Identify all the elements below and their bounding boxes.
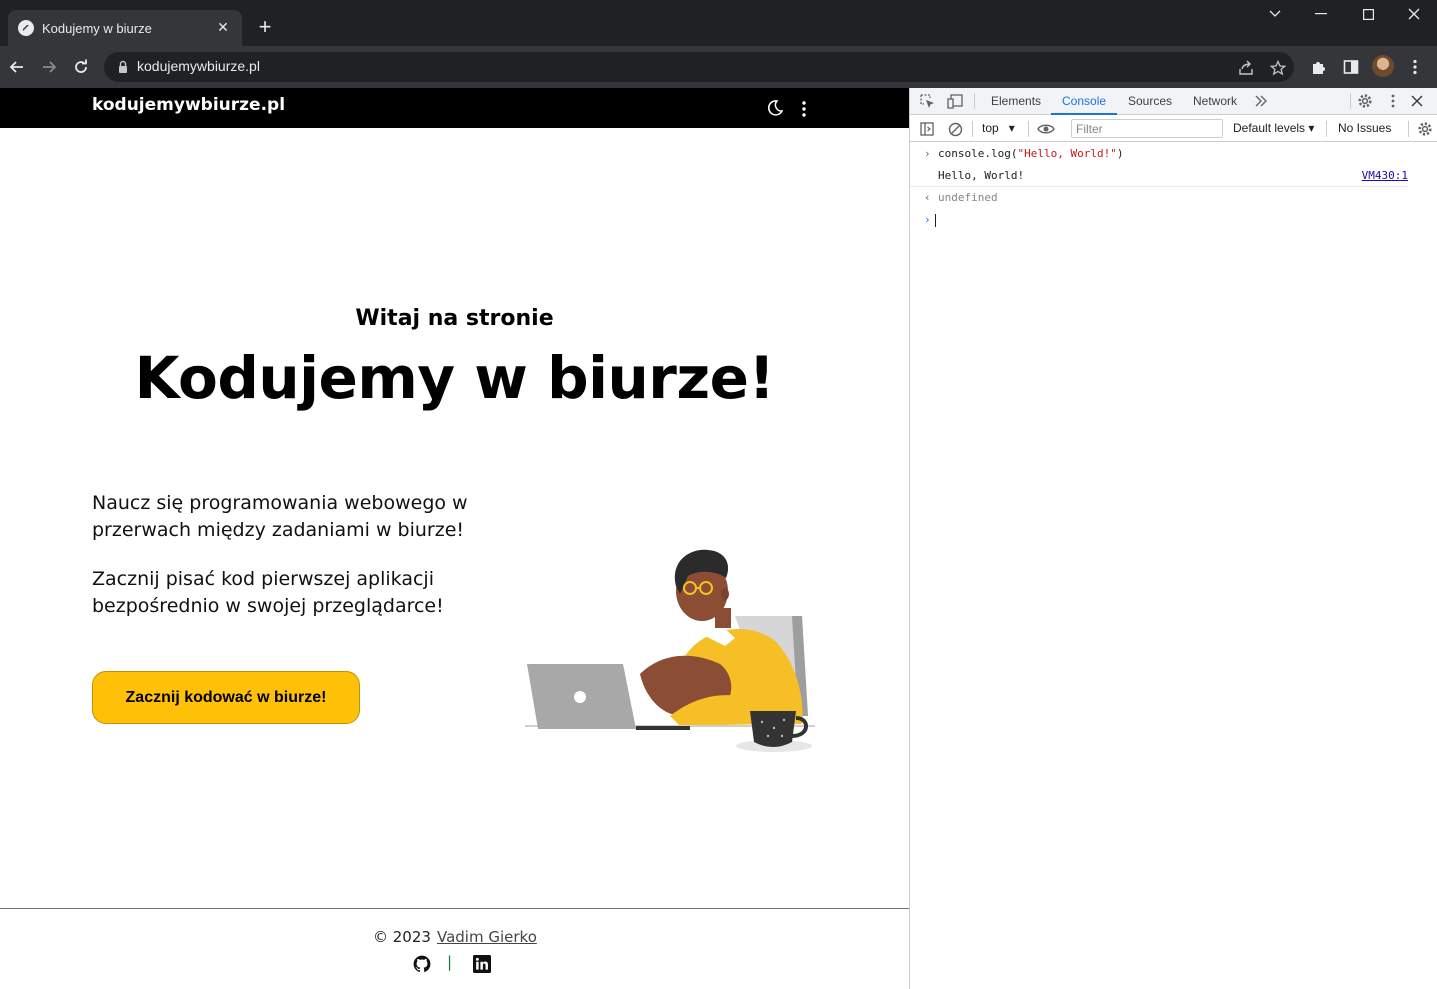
console-settings-gear-icon[interactable] (1416, 120, 1434, 138)
tab-console[interactable]: Console (1051, 88, 1118, 115)
footer-copyright: © 2023 (373, 928, 431, 946)
devtools-tab-bar: Elements Console Sources Network (910, 88, 1437, 115)
browser-tab[interactable]: Kodujemy w biurze ✕ (8, 10, 242, 46)
devtools-settings-gear-icon[interactable] (1356, 92, 1374, 110)
new-tab-button[interactable]: + (252, 15, 278, 41)
devtools-panel: Elements Console Sources Network top ▾ F… (909, 88, 1437, 989)
address-bar[interactable]: kodujemywbiurze.pl (104, 52, 1294, 82)
console-log-message: Hello, World! (938, 169, 1025, 182)
console-filter-input[interactable] (1071, 119, 1223, 138)
console-command[interactable]: console.log("Hello, World!") (938, 143, 1123, 165)
tab-sources[interactable]: Sources (1128, 88, 1172, 115)
linkedin-icon[interactable] (473, 955, 491, 973)
tab-elements[interactable]: Elements (991, 88, 1041, 115)
live-expression-eye-icon[interactable] (1036, 120, 1056, 138)
lead-paragraph-1: Naucz się programowania webowego w przer… (92, 492, 468, 541)
web-page-viewport: kodujemywbiurze.pl Witaj na stronie Kodu… (0, 88, 909, 989)
maximize-icon[interactable] (1345, 0, 1391, 28)
bookmark-star-icon[interactable] (1268, 58, 1288, 78)
profile-avatar[interactable] (1372, 55, 1394, 77)
browser-titlebar: Kodujemy w biurze ✕ + (0, 0, 1437, 46)
console-log-line: Hello, World! VM430:1 (910, 165, 1408, 187)
devtools-menu-kebab-icon[interactable] (1384, 92, 1402, 110)
console-caret (935, 214, 936, 227)
more-tabs-chevron-icon[interactable] (1252, 92, 1270, 110)
hero-subtitle: Witaj na stronie (355, 306, 554, 331)
github-icon[interactable] (413, 955, 431, 973)
tab-close-icon[interactable]: ✕ (214, 20, 232, 36)
url-text[interactable]: kodujemywbiurze.pl (137, 58, 260, 74)
window-close-icon[interactable] (1391, 0, 1437, 28)
extensions-puzzle-icon[interactable] (1308, 56, 1330, 78)
clear-console-icon[interactable] (946, 120, 964, 138)
back-arrow-icon[interactable] (5, 55, 29, 79)
browser-toolbar: kodujemywbiurze.pl (0, 46, 1437, 88)
console-return-line: ‹ undefined (910, 187, 1437, 209)
site-menu-kebab-icon[interactable] (796, 99, 812, 119)
tab-search-chevron-icon[interactable] (1252, 0, 1298, 28)
site-header: kodujemywbiurze.pl (0, 88, 909, 128)
site-logo[interactable]: kodujemywbiurze.pl (92, 95, 285, 115)
prompt-chevron-icon: › (924, 147, 931, 160)
hero-title: Kodujemy w biurze! (134, 344, 775, 412)
lead-paragraph-2: Zacznij pisać kod pierwszej aplikacji be… (92, 568, 444, 617)
console-return-value: undefined (938, 191, 998, 204)
console-input-line: › console.log("Hello, World!") (910, 143, 1437, 165)
console-log-source-link[interactable]: VM430:1 (1362, 165, 1408, 187)
footer-divider (0, 908, 909, 909)
reload-icon[interactable] (69, 55, 93, 79)
device-toolbar-icon[interactable] (946, 92, 964, 110)
lock-icon[interactable] (116, 60, 130, 74)
console-output: › console.log("Hello, World!") Hello, Wo… (910, 143, 1437, 231)
tab-network[interactable]: Network (1193, 88, 1237, 115)
start-coding-button[interactable]: Zacznij kodować w biurze! (92, 671, 360, 724)
devtools-close-icon[interactable] (1408, 92, 1426, 110)
console-prompt-line[interactable]: › (910, 209, 1437, 231)
footer-separator: | (447, 953, 453, 971)
log-levels-select[interactable]: Default levels ▾ (1233, 121, 1314, 135)
share-icon[interactable] (1236, 58, 1256, 78)
console-sidebar-icon[interactable] (918, 120, 936, 138)
tab-title: Kodujemy w biurze (42, 20, 152, 36)
console-toolbar: top ▾ Default levels ▾ No Issues (910, 116, 1437, 142)
execution-context-select[interactable]: top ▾ (982, 121, 1015, 135)
minimize-icon[interactable] (1298, 0, 1344, 28)
forward-arrow-icon[interactable] (37, 55, 61, 79)
return-arrow-icon: ‹ (924, 191, 931, 204)
dark-mode-moon-icon[interactable] (765, 98, 785, 118)
site-favicon-icon (18, 20, 34, 36)
inspect-element-icon[interactable] (918, 92, 936, 110)
chrome-menu-kebab-icon[interactable] (1404, 56, 1426, 78)
hero-illustration-person-laptop (525, 549, 815, 752)
issues-counter[interactable]: No Issues (1338, 121, 1391, 135)
footer-author-link[interactable]: Vadim Gierko (437, 928, 537, 946)
side-panel-icon[interactable] (1340, 56, 1362, 78)
